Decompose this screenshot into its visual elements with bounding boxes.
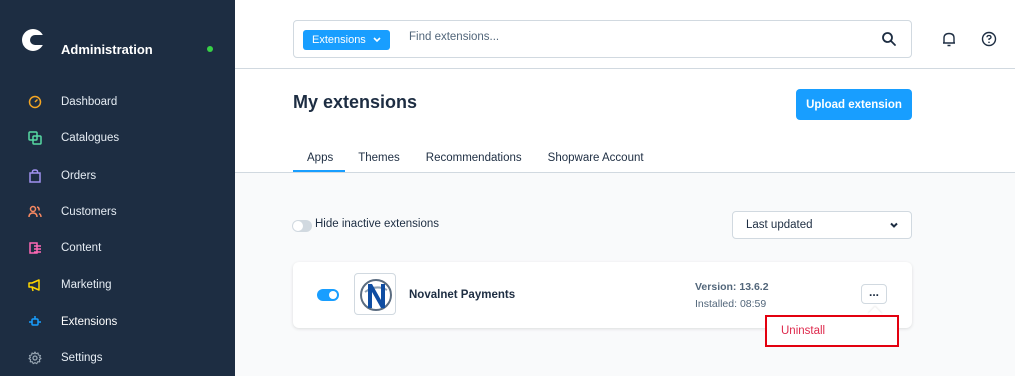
- sidebar-item-dashboard[interactable]: Dashboard: [0, 86, 235, 118]
- shopware-logo-icon[interactable]: [22, 29, 44, 51]
- sidebar-item-marketing[interactable]: Marketing: [0, 269, 235, 301]
- hide-inactive-toggle[interactable]: [292, 220, 312, 232]
- sidebar-item-label: Catalogues: [61, 132, 120, 144]
- sidebar-item-extensions[interactable]: Extensions: [0, 306, 235, 338]
- sort-select-value: Last updated: [746, 219, 813, 231]
- sidebar-item-label: Dashboard: [61, 96, 118, 108]
- catalogue-icon: [27, 130, 43, 146]
- help-icon[interactable]: [980, 30, 998, 48]
- sidebar-item-label: Customers: [61, 206, 117, 218]
- search-type-label: Extensions: [312, 34, 366, 46]
- extension-installed-time: Installed: 08:59: [695, 298, 767, 310]
- novalnet-logo-icon: [360, 279, 392, 311]
- sidebar-header: Administration: [0, 10, 235, 60]
- sidebar-item-label: Extensions: [61, 316, 118, 328]
- tab-bar: Apps Themes Recommendations Shopware Acc…: [293, 148, 657, 172]
- tab-recommendations[interactable]: Recommendations: [413, 148, 535, 172]
- chevron-down-icon: [890, 222, 898, 228]
- upload-extension-button[interactable]: Upload extension: [796, 89, 912, 120]
- sort-select[interactable]: Last updated: [732, 211, 912, 239]
- extension-version: Version: 13.6.2: [695, 281, 769, 293]
- sidebar-item-label: Settings: [61, 352, 103, 364]
- uninstall-menu-item[interactable]: Uninstall: [781, 325, 825, 337]
- dashboard-icon: [27, 94, 43, 110]
- settings-icon: [27, 350, 43, 366]
- search-bar: Extensions: [293, 20, 912, 58]
- sidebar-item-content[interactable]: Content: [0, 232, 235, 264]
- sidebar-item-orders[interactable]: Orders: [0, 160, 235, 192]
- sidebar: Administration Dashboard Catalogues Orde…: [0, 0, 235, 376]
- notification-bell-icon[interactable]: [940, 30, 958, 48]
- sidebar-item-settings[interactable]: Settings: [0, 342, 235, 374]
- extension-logo: [354, 273, 396, 315]
- marketing-icon: [27, 277, 43, 293]
- topbar-divider: [235, 68, 1015, 69]
- sidebar-item-customers[interactable]: Customers: [0, 196, 235, 228]
- extension-active-toggle[interactable]: [317, 289, 339, 301]
- sidebar-item-label: Content: [61, 242, 102, 254]
- extensions-icon: [27, 314, 43, 330]
- sidebar-item-label: Marketing: [61, 279, 112, 291]
- search-type-dropdown[interactable]: Extensions: [303, 30, 390, 50]
- tab-apps[interactable]: Apps: [293, 148, 346, 172]
- status-indicator: [207, 46, 213, 52]
- search-icon[interactable]: [881, 31, 897, 47]
- customers-icon: [27, 204, 43, 220]
- tab-shopware-account[interactable]: Shopware Account: [535, 148, 657, 172]
- search-input[interactable]: [409, 31, 849, 43]
- sidebar-title: Administration: [61, 42, 153, 57]
- extension-context-menu-button[interactable]: ...: [861, 284, 887, 304]
- orders-icon: [27, 168, 43, 184]
- tab-themes[interactable]: Themes: [345, 148, 413, 172]
- sidebar-item-catalogues[interactable]: Catalogues: [0, 122, 235, 154]
- more-icon: ...: [868, 284, 879, 299]
- content-icon: [27, 240, 43, 256]
- page-title: My extensions: [293, 92, 418, 112]
- chevron-down-icon: [373, 37, 381, 43]
- extension-context-menu: Uninstall: [765, 315, 899, 347]
- hide-inactive-label: Hide inactive extensions: [315, 218, 440, 230]
- extension-name: Novalnet Payments: [409, 289, 516, 301]
- sidebar-item-label: Orders: [61, 170, 97, 182]
